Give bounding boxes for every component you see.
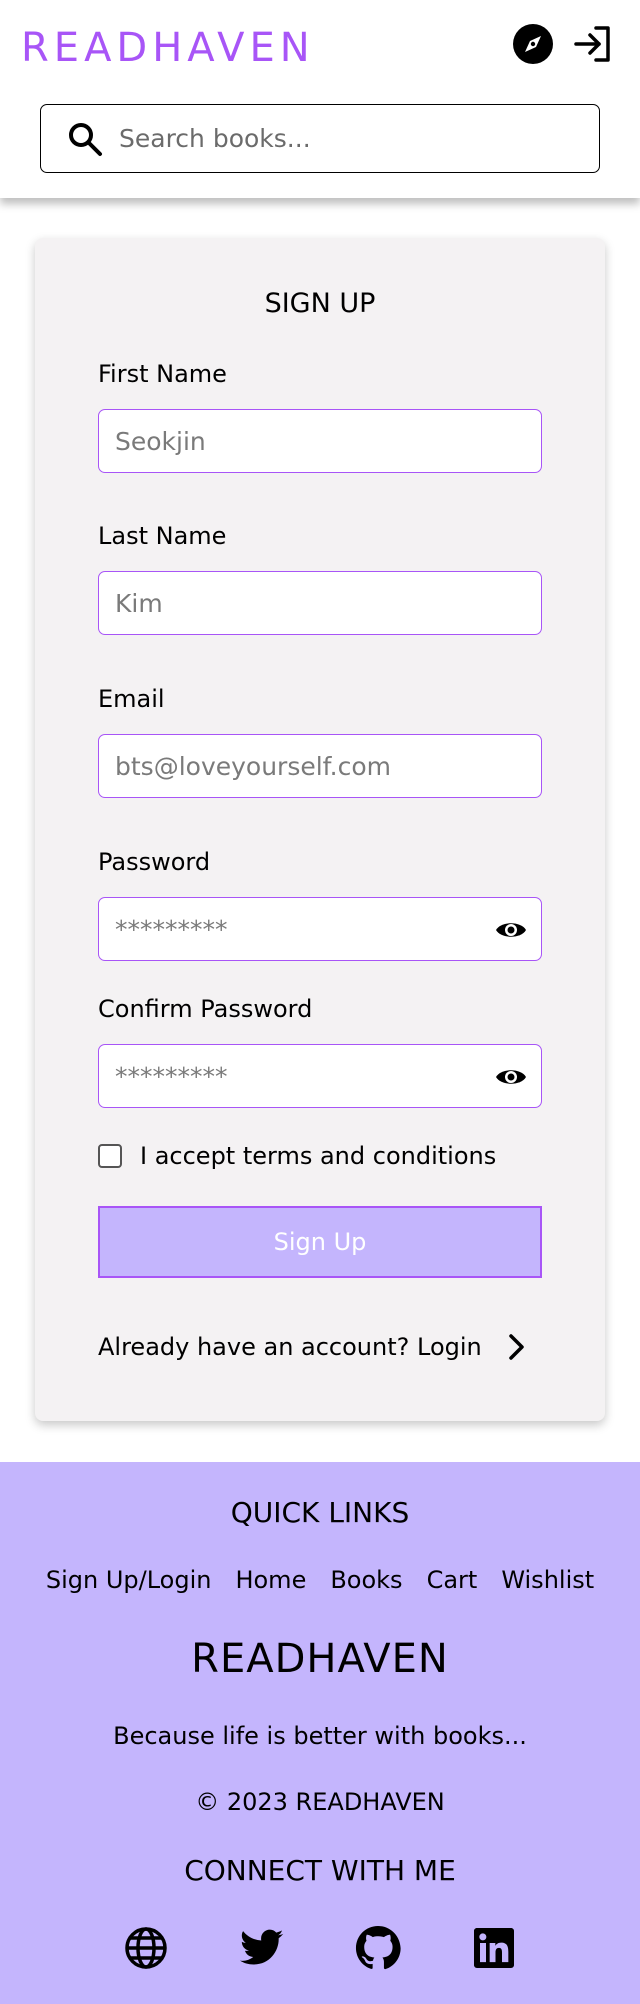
globe-icon[interactable]: [122, 1924, 170, 1972]
footer-link-signup-login[interactable]: Sign Up/Login: [46, 1566, 212, 1594]
footer-brand: READHAVEN: [191, 1636, 449, 1682]
quick-links-title: QUICK LINKS: [230, 1496, 410, 1529]
chevron-right-icon: [509, 1334, 524, 1360]
footer-tagline: Because life is better with books...: [113, 1722, 527, 1750]
password-field: [98, 897, 542, 961]
eye-icon[interactable]: [495, 914, 527, 946]
first-name-label: First Name: [98, 360, 227, 388]
site-logo[interactable]: READHAVEN: [21, 22, 315, 74]
login-link[interactable]: Already have an account? Login: [98, 1333, 542, 1361]
copyright: © 2023 READHAVEN: [195, 1788, 445, 1816]
footer-link-home[interactable]: Home: [235, 1566, 306, 1594]
confirm-password-field: [98, 1044, 542, 1108]
search-icon[interactable]: [65, 119, 105, 159]
last-name-label: Last Name: [98, 522, 227, 550]
last-name-field: [98, 571, 542, 635]
terms-checkbox[interactable]: [98, 1144, 122, 1168]
eye-icon[interactable]: [495, 1061, 527, 1093]
email-label: Email: [98, 685, 165, 713]
quick-links-nav: Sign Up/Login Home Books Cart Wishlist: [0, 1566, 640, 1594]
first-name-input[interactable]: [115, 410, 475, 472]
social-links: [0, 1924, 640, 1972]
confirm-password-input[interactable]: [115, 1045, 475, 1107]
connect-title: CONNECT WITH ME: [184, 1854, 456, 1887]
password-label: Password: [98, 848, 211, 876]
github-icon[interactable]: [354, 1924, 402, 1972]
password-input[interactable]: [115, 898, 475, 960]
login-prompt: Already have an account? Login: [98, 1333, 482, 1361]
confirm-password-label: Confirm Password: [98, 995, 313, 1023]
footer-link-wishlist[interactable]: Wishlist: [501, 1566, 594, 1594]
site-header: READHAVEN: [0, 0, 640, 198]
login-icon[interactable]: [570, 21, 616, 67]
first-name-field: [98, 409, 542, 473]
email-input[interactable]: [115, 735, 475, 797]
search-bar: [40, 104, 600, 173]
footer-link-books[interactable]: Books: [330, 1566, 402, 1594]
compass-icon[interactable]: [510, 21, 556, 67]
twitter-icon[interactable]: [238, 1924, 286, 1972]
terms-row: I accept terms and conditions: [98, 1142, 496, 1170]
linkedin-icon[interactable]: [470, 1924, 518, 1972]
search-input[interactable]: [119, 124, 579, 153]
sign-up-button[interactable]: Sign Up: [98, 1206, 542, 1278]
footer-link-cart[interactable]: Cart: [427, 1566, 478, 1594]
last-name-input[interactable]: [115, 572, 475, 634]
email-field: [98, 734, 542, 798]
terms-label: I accept terms and conditions: [140, 1142, 497, 1170]
form-title: SIGN UP: [264, 288, 376, 319]
